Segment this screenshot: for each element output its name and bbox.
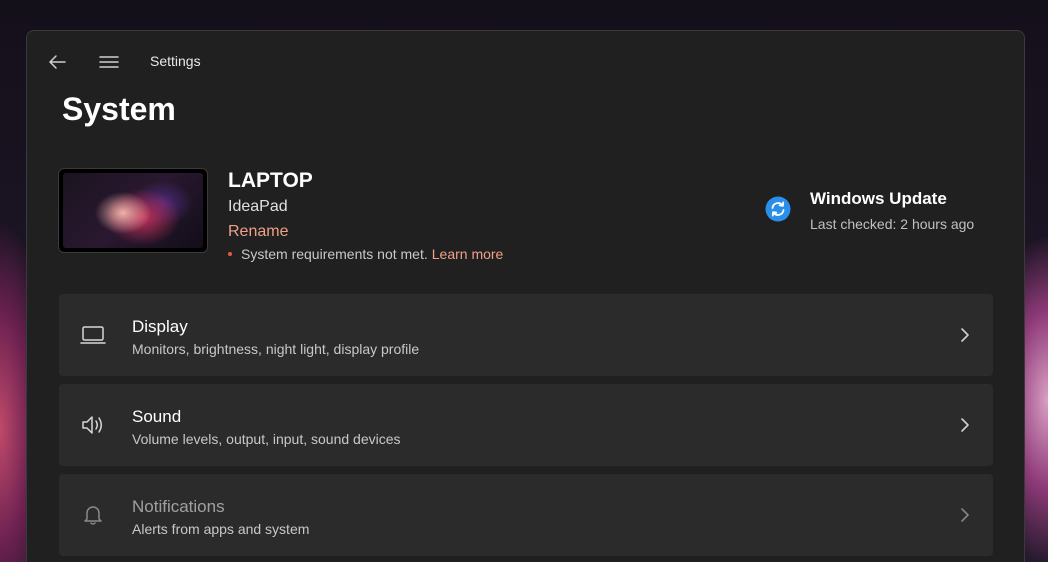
device-name: LAPTOP [228, 169, 313, 192]
wallpaper-preview-image [63, 173, 203, 248]
card-description: Monitors, brightness, night light, displ… [132, 341, 420, 357]
chevron-right-icon [959, 416, 971, 434]
notifications-settings-card[interactable]: Notifications Alerts from apps and syste… [59, 474, 993, 556]
bell-icon [79, 502, 107, 528]
refresh-icon [765, 196, 791, 222]
back-arrow-icon[interactable] [45, 51, 69, 73]
windows-update-title: Windows Update [810, 189, 947, 208]
title-bar: Settings [27, 31, 1024, 91]
system-requirements-notice: System requirements not met. Learn more [228, 246, 503, 262]
warning-dot-icon [228, 252, 232, 256]
settings-window: Settings System LAPTOP IdeaPad Rename Sy… [26, 30, 1025, 562]
device-model: IdeaPad [228, 198, 288, 215]
speaker-icon [79, 412, 107, 438]
app-title: Settings [150, 53, 201, 69]
hamburger-menu-icon[interactable] [97, 51, 121, 73]
card-title: Notifications [132, 497, 225, 516]
rename-link[interactable]: Rename [228, 223, 288, 241]
chevron-right-icon [959, 326, 971, 344]
card-description: Alerts from apps and system [132, 521, 310, 537]
device-thumbnail [58, 168, 208, 253]
windows-update-status[interactable]: Windows Update Last checked: 2 hours ago [763, 189, 1003, 239]
card-description: Volume levels, output, input, sound devi… [132, 431, 401, 447]
learn-more-link[interactable]: Learn more [432, 246, 504, 262]
card-title: Sound [132, 407, 182, 426]
page-title: System [62, 91, 176, 127]
card-title: Display [132, 317, 188, 336]
laptop-icon [79, 322, 107, 348]
requirements-text: System requirements not met. [241, 246, 428, 262]
chevron-right-icon [959, 506, 971, 524]
display-settings-card[interactable]: Display Monitors, brightness, night ligh… [59, 294, 993, 376]
last-checked-text: Last checked: 2 hours ago [810, 216, 975, 232]
sound-settings-card[interactable]: Sound Volume levels, output, input, soun… [59, 384, 993, 466]
